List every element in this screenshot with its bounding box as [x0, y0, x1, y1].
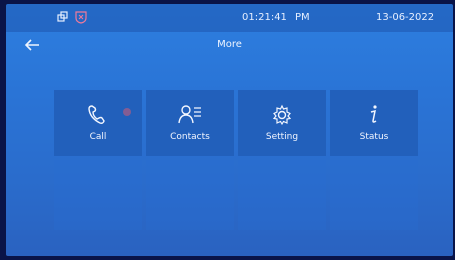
- empty-slot: [330, 160, 418, 230]
- info-icon: [362, 104, 386, 126]
- setting-button[interactable]: Setting: [238, 90, 326, 156]
- call-label: Call: [89, 132, 107, 142]
- status-bar: 01:21:41 PM 13-06-2022: [6, 4, 453, 32]
- title-bar: More: [6, 34, 453, 56]
- shield-icon: [75, 10, 87, 24]
- clock-time: 01:21:41: [242, 12, 287, 23]
- windows-icon: [57, 11, 69, 23]
- gear-icon: [270, 104, 294, 126]
- screen: 01:21:41 PM 13-06-2022 More Call Contact…: [6, 4, 453, 256]
- clock-ampm: PM: [295, 12, 310, 23]
- empty-slot: [54, 160, 142, 230]
- contacts-icon: [178, 104, 202, 126]
- status-button[interactable]: Status: [330, 90, 418, 156]
- date-label: 13-06-2022: [376, 12, 435, 23]
- glare-spot: [123, 108, 131, 116]
- setting-label: Setting: [265, 132, 299, 142]
- status-label: Status: [359, 132, 389, 142]
- empty-slot: [146, 160, 234, 230]
- menu-grid: Call Contacts Setting Status: [54, 90, 418, 230]
- contacts-button[interactable]: Contacts: [146, 90, 234, 156]
- page-title: More: [217, 39, 242, 50]
- contacts-label: Contacts: [170, 132, 210, 142]
- call-button[interactable]: Call: [54, 90, 142, 156]
- empty-slot: [238, 160, 326, 230]
- phone-icon: [86, 104, 110, 126]
